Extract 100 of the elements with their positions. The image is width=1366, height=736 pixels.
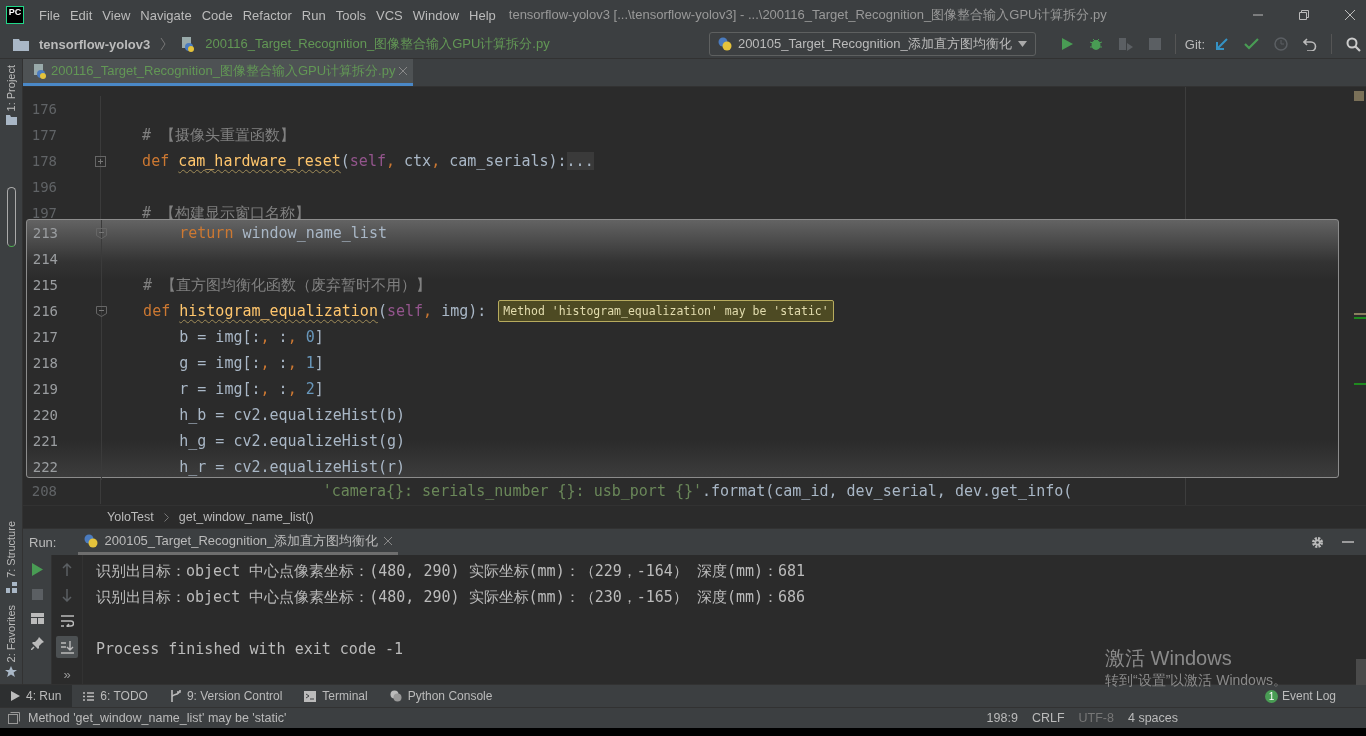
- console-output-line: 识别出目标：object 中心点像素坐标：(480, 290) 实际坐标(mm)：（229，-164） 深度(mm)：681: [96, 561, 806, 581]
- string-literal: 'camera{}: serials_number {}: usb_port {}': [321, 482, 703, 500]
- soft-wrap-icon[interactable]: [60, 615, 74, 627]
- event-log-button[interactable]: 1 Event Log: [1264, 689, 1336, 703]
- stop-icon[interactable]: [31, 589, 43, 600]
- console-output-line: 识别出目标：object 中心点像素坐标：(480, 290) 实际坐标(mm)：（230，-165） 深度(mm)：686: [96, 587, 806, 607]
- code-text: :: [278, 354, 288, 372]
- side-tool-tab[interactable]: 1: Project: [5, 59, 17, 132]
- collapse-fold-icon[interactable]: [96, 227, 107, 239]
- panel-toggle-icon[interactable]: [8, 712, 20, 724]
- menu-item[interactable]: Code: [196, 7, 238, 23]
- menu-item[interactable]: Tools: [330, 7, 372, 23]
- run-tab[interactable]: 200105_Target_Recognition_添加直方图均衡化: [78, 529, 399, 555]
- keyword: ,: [260, 328, 271, 346]
- folder-icon: [13, 37, 29, 51]
- status-message: Method 'get_window_name_list' may be 'static': [28, 711, 287, 725]
- coverage-icon[interactable]: [1117, 37, 1134, 51]
- code-text: ]: [314, 380, 324, 398]
- caret-icon: [1017, 41, 1027, 47]
- line-number: 218: [31, 355, 58, 371]
- menu-item[interactable]: View: [97, 7, 136, 23]
- layout-icon[interactable]: [30, 613, 44, 624]
- keyword: ,: [287, 354, 298, 372]
- chevron-icon: [160, 37, 167, 51]
- menu-item[interactable]: Edit: [64, 7, 98, 23]
- number-literal: 1: [305, 354, 315, 372]
- settings-icon[interactable]: [1311, 535, 1324, 549]
- chevron-icon: [163, 512, 169, 522]
- menu-item[interactable]: Navigate: [135, 7, 197, 23]
- code-text: :: [278, 380, 288, 398]
- caret-position[interactable]: 198:9: [986, 711, 1018, 725]
- window-title: tensorflow-yolov3 [...\tensorflow-yolov3] - ...\200116_Target_Recognition_图像整合输入GPU计算拆分.py: [508, 6, 1107, 24]
- run-icon[interactable]: [1059, 37, 1074, 51]
- side-tool-tab[interactable]: 7: Structure: [5, 514, 17, 599]
- line-number: 213: [31, 225, 58, 241]
- line-number: 215: [31, 277, 58, 293]
- tool-window-tab[interactable]: Terminal: [293, 685, 379, 707]
- menu-item[interactable]: File: [34, 7, 65, 23]
- close-icon[interactable]: [384, 536, 393, 545]
- indent-setting[interactable]: 4 spaces: [1127, 711, 1178, 725]
- project-breadcrumb[interactable]: tensorflow-yolov3: [39, 36, 151, 52]
- tool-window-tab[interactable]: Python Console: [378, 685, 504, 707]
- scroll-to-end-button[interactable]: [56, 636, 78, 658]
- more-actions-button[interactable]: »: [63, 667, 71, 682]
- code-text: :: [278, 328, 288, 346]
- python-icon: [389, 690, 402, 702]
- debug-bug-icon[interactable]: [1088, 37, 1103, 51]
- side-tool-tab[interactable]: 2: Favorites: [5, 598, 17, 684]
- line-number: 216: [31, 303, 58, 319]
- search-icon[interactable]: [1346, 36, 1361, 52]
- self-keyword: self: [349, 152, 386, 170]
- code-text: (: [340, 152, 350, 170]
- self-keyword: self: [386, 302, 424, 320]
- code-text: .format(cam_id, dev_serial, dev.get_info(: [702, 482, 1073, 500]
- menu-item[interactable]: VCS: [371, 7, 408, 23]
- code-breadcrumb[interactable]: get_window_name_list(): [178, 510, 314, 524]
- python-icon: [84, 533, 99, 548]
- function-name: cam_hardware_reset: [178, 152, 341, 170]
- tool-window-tab[interactable]: 9: Version Control: [158, 685, 294, 707]
- branch-icon: [169, 690, 181, 702]
- line-number: 217: [31, 329, 58, 345]
- python-file-icon: [33, 63, 47, 79]
- keyword: ,: [287, 380, 298, 398]
- terminal-icon: [304, 690, 317, 702]
- run-configuration-dropdown[interactable]: 200105_Target_Recognition_添加直方图均衡化: [708, 32, 1036, 56]
- keyword: ,: [260, 354, 271, 372]
- code-text: ]: [314, 328, 324, 346]
- code-text: h_b = cv2.equalizeHist(b): [178, 406, 405, 424]
- update-arrow-icon[interactable]: [1215, 37, 1229, 51]
- expand-fold-icon[interactable]: [95, 155, 106, 167]
- commit-check-icon[interactable]: [1244, 38, 1259, 50]
- pin-icon[interactable]: [30, 637, 44, 650]
- stop-icon[interactable]: [1148, 38, 1161, 50]
- menu-item[interactable]: Window: [407, 7, 465, 23]
- tool-window-tab[interactable]: 4: Run: [0, 685, 73, 707]
- star-icon: [5, 666, 17, 678]
- up-arrow-icon[interactable]: [62, 563, 72, 576]
- inspection-tooltip: Method 'histogram_equalization' may be 'static': [498, 300, 834, 322]
- line-separator[interactable]: CRLF: [1031, 711, 1065, 725]
- code-text: r = img[:: [178, 380, 261, 398]
- collapse-fold-icon[interactable]: [96, 305, 107, 317]
- menu-item[interactable]: Refactor: [237, 7, 297, 23]
- line-number: 178: [30, 153, 57, 169]
- close-icon[interactable]: [1344, 9, 1356, 21]
- code-comment: # 【直方图均衡化函数（废弃暂时不用）】: [142, 275, 432, 295]
- history-clock-icon[interactable]: [1274, 37, 1288, 51]
- file-breadcrumb[interactable]: 200116_Target_Recognition_图像整合输入GPU计算拆分.py: [205, 35, 550, 53]
- down-arrow-icon[interactable]: [62, 589, 72, 602]
- undo-icon[interactable]: [1303, 37, 1317, 51]
- number-literal: 0: [305, 328, 315, 346]
- scrollbar-thumb[interactable]: [1356, 659, 1366, 685]
- tool-window-tab[interactable]: 6: TODO: [72, 685, 159, 707]
- rerun-icon[interactable]: [31, 563, 43, 576]
- code-comment: # 【摄像头重置函数】: [141, 125, 296, 145]
- line-number: 197: [30, 205, 57, 221]
- number-literal: 2: [305, 380, 315, 398]
- restore-icon[interactable]: [1298, 9, 1310, 21]
- menu-item[interactable]: Help: [464, 7, 501, 23]
- code-breadcrumb[interactable]: YoloTest: [107, 510, 154, 524]
- menu-item[interactable]: Run: [296, 7, 331, 23]
